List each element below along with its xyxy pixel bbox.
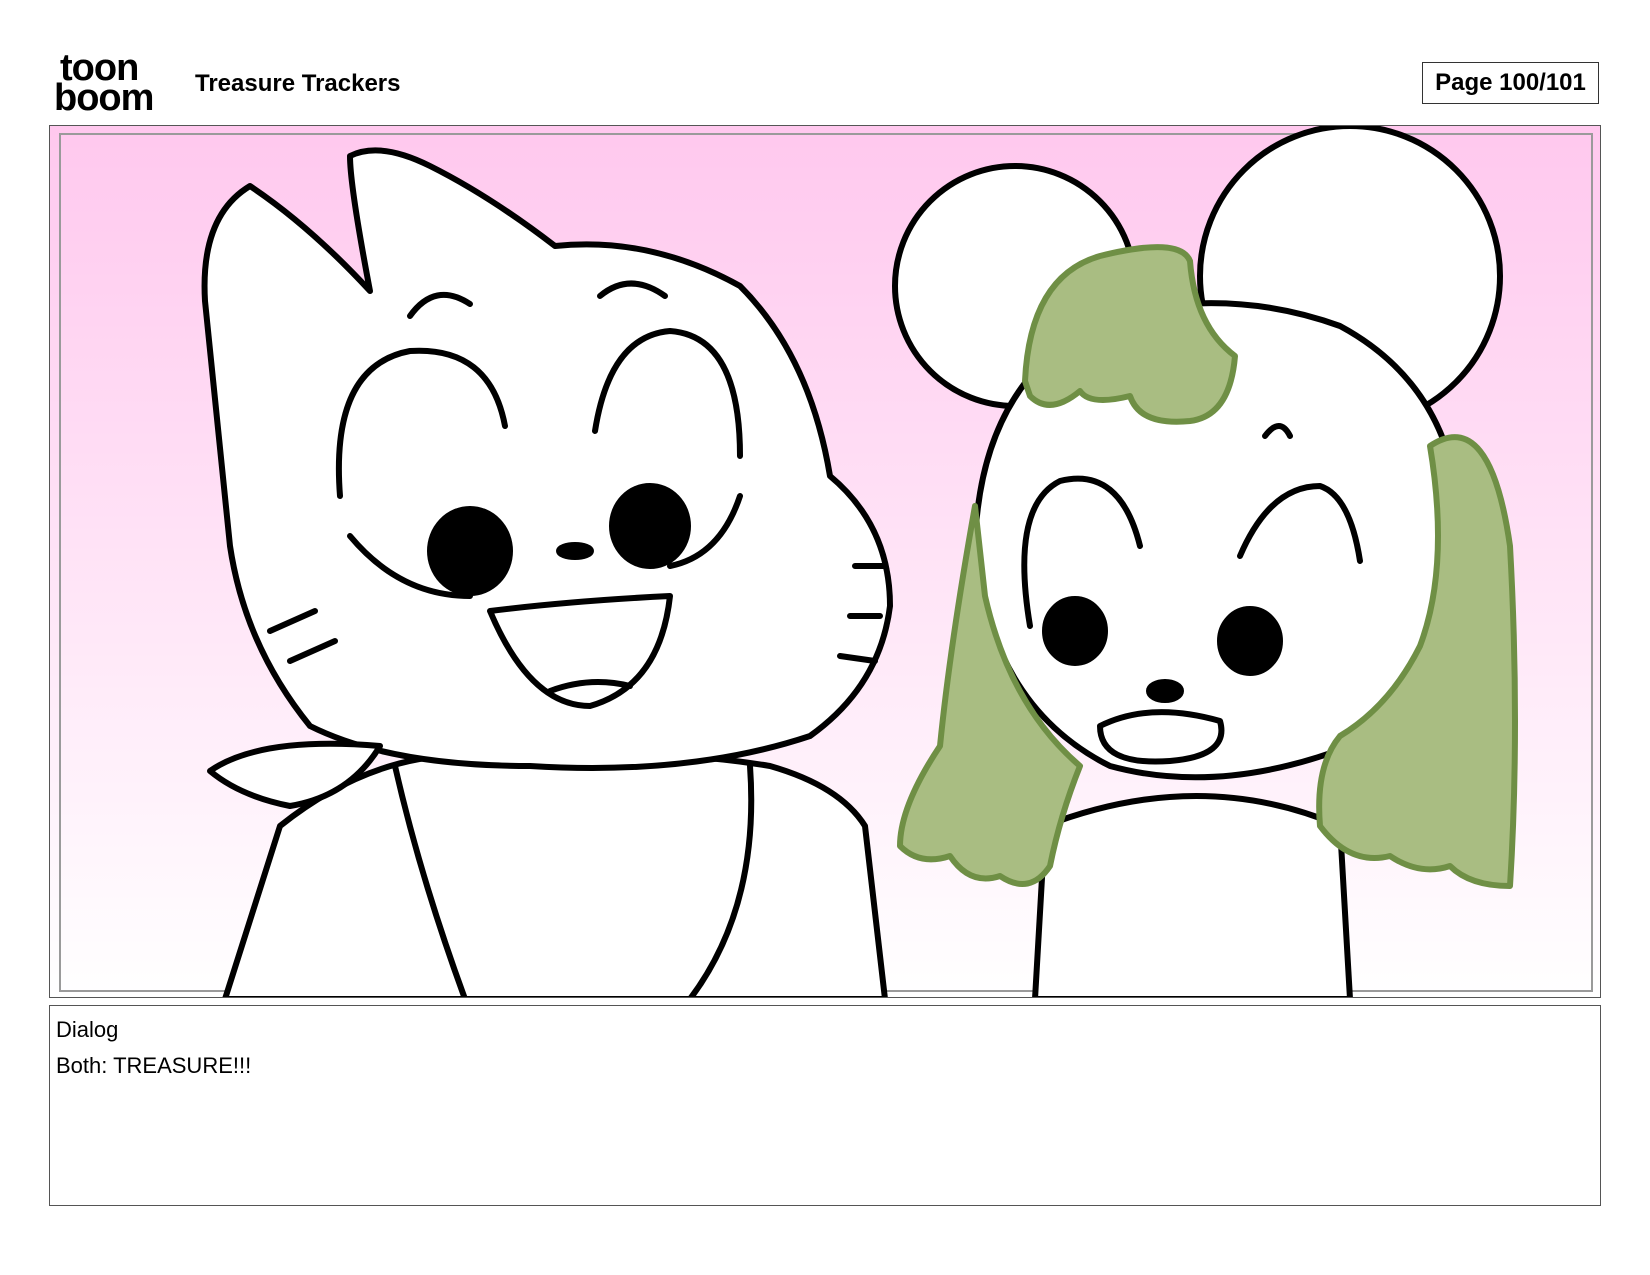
mouse-mouth xyxy=(1097,709,1225,765)
mouse-left-pupil xyxy=(1042,596,1108,666)
logo-text-bottom: boom xyxy=(54,77,154,119)
mouse-body xyxy=(1032,793,1353,997)
toonboom-logo: toon boom xyxy=(54,49,172,119)
cat-left-pupil xyxy=(427,506,513,596)
mouse-right-pupil xyxy=(1217,606,1283,676)
cat-nose xyxy=(556,542,594,560)
dialog-text: Both: TREASURE!!! xyxy=(56,1053,252,1078)
page-header: toon boom Treasure Trackers Page 100/101 xyxy=(0,0,1650,120)
dialog-label: Dialog xyxy=(56,1017,119,1042)
mouse-nose xyxy=(1146,679,1184,703)
mouse-character xyxy=(892,126,1518,997)
cat-right-pupil xyxy=(609,483,691,569)
storyboard-panel xyxy=(49,125,1601,998)
dialog-box: Dialog Both: TREASURE!!! xyxy=(49,1005,1601,1206)
project-title: Treasure Trackers xyxy=(195,70,401,97)
page-number: Page 100/101 xyxy=(1422,62,1599,104)
panel-drawing xyxy=(50,126,1600,997)
